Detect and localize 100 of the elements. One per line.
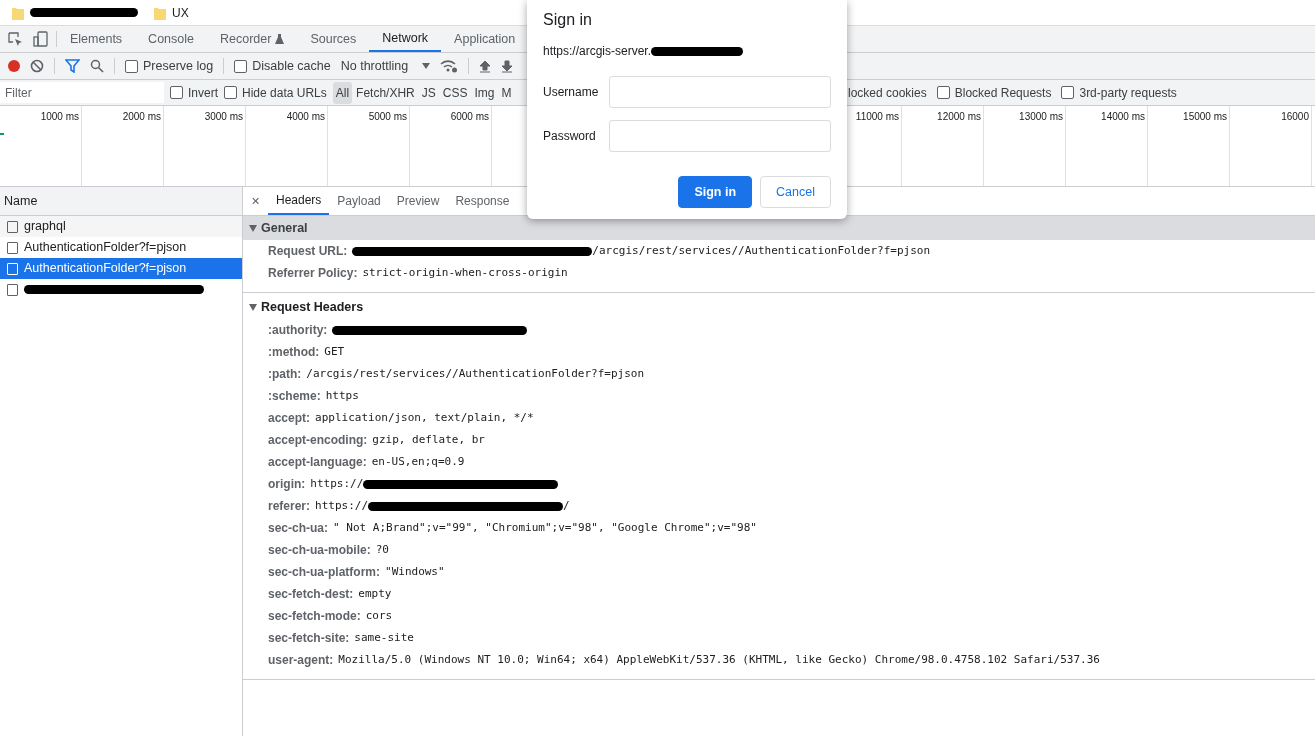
header-value: en-US,en;q=0.9 [371,453,465,470]
type-filter[interactable]: JS [418,81,439,104]
panel-tab[interactable]: Sources [297,26,370,52]
header-value: application/json, text/plain, */* [315,409,534,426]
header-key: origin: [268,475,306,493]
header-value: "Windows" [385,563,445,580]
label-text: UX [172,4,189,22]
type-filter[interactable]: Img [471,81,498,104]
upload-icon[interactable] [479,59,492,73]
tick-label: 5000 ms [368,111,407,122]
header-key: sec-fetch-mode: [268,607,361,625]
label-text: AuthenticationFolder?f=pjson [24,260,187,278]
header-value: strict-origin-when-cross-origin [362,264,568,281]
request-row[interactable]: AuthenticationFolder?f=pjson [0,258,242,279]
type-filter[interactable]: All [332,81,353,104]
checkbox[interactable] [936,86,950,99]
download-icon[interactable] [501,59,514,73]
header-value: GET [324,343,345,360]
label-text: graphql [24,218,66,236]
timeline-bar-icon [0,133,4,135]
checkbox[interactable] [125,59,138,73]
checkbox-label: Blocked Requests [954,84,1052,102]
clear-icon[interactable] [30,59,44,73]
header-key: sec-ch-ua-platform: [268,563,380,581]
close-button[interactable]: ✕ [243,187,268,215]
panel-tab[interactable]: Recorder [207,26,298,52]
section-header[interactable]: Request Headers [243,295,1315,319]
header-value: / [563,497,570,514]
tick-label: 13000 ms [1019,111,1063,122]
header-value: ?0 [375,541,389,558]
tick-label: 15000 ms [1183,111,1227,122]
field-label: Username [543,84,599,101]
inspect-icon[interactable] [8,31,23,47]
header-key: accept-encoding: [268,431,368,449]
tick-label: 12000 ms [937,111,981,122]
header-key: :authority: [268,321,328,339]
detail-tab[interactable]: Payload [329,187,389,215]
panel-tab[interactable]: Elements [57,26,136,52]
checkbox-label: Invert [188,84,218,102]
checkbox[interactable] [7,241,18,254]
header-key: user-agent: [268,651,334,669]
header-key: Referrer Policy: [268,264,358,282]
caret-icon [422,63,431,69]
request-row[interactable]: graphql [0,216,242,237]
header-key: :method: [268,343,320,361]
folder-icon [12,5,24,20]
input-field[interactable] [609,76,831,108]
input-field[interactable] [609,120,831,152]
header-key: Request URL: [268,242,348,260]
tick-label: 16000 [1281,111,1309,122]
dialog-title: Sign in [543,10,593,30]
filter-icon[interactable] [65,59,80,73]
tick-label: 4000 ms [286,111,325,122]
triangle-icon [249,303,257,311]
panel-tab[interactable]: Console [135,26,207,52]
throttling-dropdown[interactable]: No throttling [340,56,431,76]
search-icon[interactable] [90,59,104,73]
device-icon[interactable] [33,31,48,47]
checkbox[interactable] [7,220,18,233]
header-value: same-site [354,629,414,646]
header-value: Mozilla/5.0 (Windows NT 10.0; Win64; x64) AppleWebKit/537.36 (KHTML, like Gecko) Chrome/98.0.4758.102 Safari/537.36 [338,651,1100,668]
tick-label: 11000 ms [855,111,899,122]
header-value: gzip, deflate, br [372,431,485,448]
checkbox[interactable] [234,59,248,73]
field-label: Password [543,128,596,145]
type-filter[interactable]: CSS [439,81,471,104]
header-key: accept: [268,409,311,427]
wifi-gear-icon[interactable] [440,59,459,73]
triangle-icon [249,224,257,232]
label-text: AuthenticationFolder?f=pjson [24,239,187,257]
label-text: https://arcgis-server. [543,43,652,60]
checkbox[interactable] [1061,86,1075,99]
dialog-button[interactable]: Cancel [760,176,831,208]
checkbox[interactable] [7,283,18,296]
checkbox-label: Disable cache [252,57,331,75]
header-value: /arcgis/rest/services//AuthenticationFolder?f=pjson [592,242,931,259]
type-filter[interactable]: M [498,81,515,104]
section-header[interactable]: General [243,216,1315,240]
header-key: sec-fetch-site: [268,629,350,647]
header-value: " Not A;Brand";v="99", "Chromium";v="98", "Google Chrome";v="98" [333,519,757,536]
record-button[interactable] [8,60,20,72]
column-header: Name [4,192,38,210]
panel-tab[interactable]: Application [441,26,529,52]
header-value: https:// [310,475,364,492]
dialog-button[interactable]: Sign in [678,176,753,208]
filter-field[interactable]: Filter [0,82,164,103]
detail-tab[interactable]: Preview [388,187,448,215]
type-filter[interactable]: Fetch/XHR [353,81,418,104]
header-key: sec-fetch-dest: [268,585,354,603]
checkbox[interactable] [224,86,237,99]
tick-label: 14000 ms [1101,111,1145,122]
checkbox[interactable] [170,86,183,99]
header-key: :scheme: [268,387,321,405]
header-value: /arcgis/rest/services//AuthenticationFolder?f=pjson [306,365,645,382]
header-key: accept-language: [268,453,367,471]
detail-tab[interactable]: Response [447,187,518,215]
checkbox-label: Preserve log [143,57,214,75]
header-key: sec-ch-ua-mobile: [268,541,371,559]
tick-label: 1000 ms [40,111,79,122]
header-value: https [325,387,359,404]
